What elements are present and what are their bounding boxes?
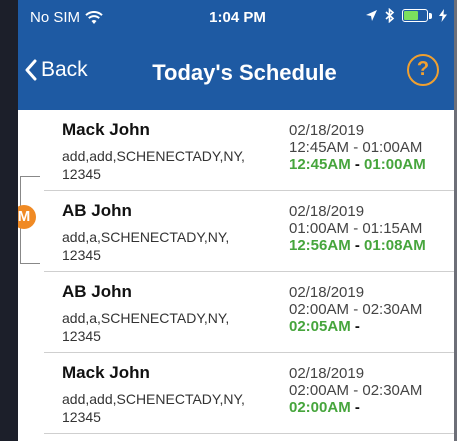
help-button[interactable]: ? — [407, 54, 439, 86]
schedule-row[interactable]: AB John add,a,SCHENECTADY,NY, 12345 02/1… — [44, 272, 457, 353]
visit-date: 02/18/2019 — [289, 122, 365, 139]
actual-time: 12:56AM - 01:08AM — [289, 237, 426, 254]
visit-date: 02/18/2019 — [289, 203, 365, 220]
client-address: add,add,SCHENECTADY,NY, 12345 — [62, 148, 245, 182]
location-arrow-icon — [366, 10, 377, 21]
scheduled-time: 02:00AM - 02:30AM — [289, 382, 423, 399]
actual-end: 01:00AM — [364, 156, 426, 173]
schedule-row[interactable]: Mack John add,add,SCHENECTADY,NY, 12345 … — [44, 353, 457, 434]
actual-separator: - — [350, 318, 360, 335]
schedule-row[interactable]: Mack John add,add,SCHENECTADY,NY, 12345 … — [44, 110, 457, 191]
charging-bolt-icon — [439, 9, 447, 22]
client-address: add,a,SCHENECTADY,NY, 12345 — [62, 310, 230, 344]
actual-start: 12:56AM — [289, 237, 351, 254]
navigation-bar: Back Today's Schedule ? — [18, 34, 457, 110]
bluetooth-icon — [385, 8, 395, 23]
actual-separator: - — [350, 399, 360, 416]
client-name: Mack John — [62, 363, 150, 382]
status-icons — [365, 8, 447, 23]
actual-start: 02:05AM — [289, 318, 351, 335]
scheduled-time: 12:45AM - 01:00AM — [289, 139, 423, 156]
actual-start: 02:00AM — [289, 399, 351, 416]
battery-tip — [429, 12, 432, 19]
app-screen: No SIM 1:04 PM Back Today's Schedule ? M… — [0, 0, 457, 441]
client-name: AB John — [62, 201, 132, 220]
status-bar: No SIM 1:04 PM — [18, 0, 457, 34]
client-address: add,add,SCHENECTADY,NY, 12345 — [62, 391, 245, 425]
client-address: add,a,SCHENECTADY,NY, 12345 — [62, 229, 230, 263]
page-title: Today's Schedule — [152, 60, 337, 85]
actual-time: 12:45AM - 01:00AM — [289, 156, 426, 173]
actual-separator: - — [350, 237, 365, 254]
scheduled-time: 02:00AM - 02:30AM — [289, 301, 423, 318]
actual-start: 12:45AM — [289, 156, 351, 173]
actual-separator: - — [350, 156, 365, 173]
left-edge-strip — [0, 0, 18, 441]
actual-end: 01:08AM — [364, 237, 426, 254]
schedule-list: Mack John add,add,SCHENECTADY,NY, 12345 … — [18, 110, 457, 434]
actual-time: 02:00AM - — [289, 399, 360, 416]
visit-date: 02/18/2019 — [289, 284, 365, 301]
client-name: AB John — [62, 282, 132, 301]
visit-date: 02/18/2019 — [289, 365, 365, 382]
actual-time: 02:05AM - — [289, 318, 360, 335]
client-name: Mack John — [62, 120, 150, 139]
battery-icon — [402, 9, 428, 22]
scheduled-time: 01:00AM - 01:15AM — [289, 220, 423, 237]
schedule-row[interactable]: AB John add,a,SCHENECTADY,NY, 12345 02/1… — [44, 191, 457, 272]
